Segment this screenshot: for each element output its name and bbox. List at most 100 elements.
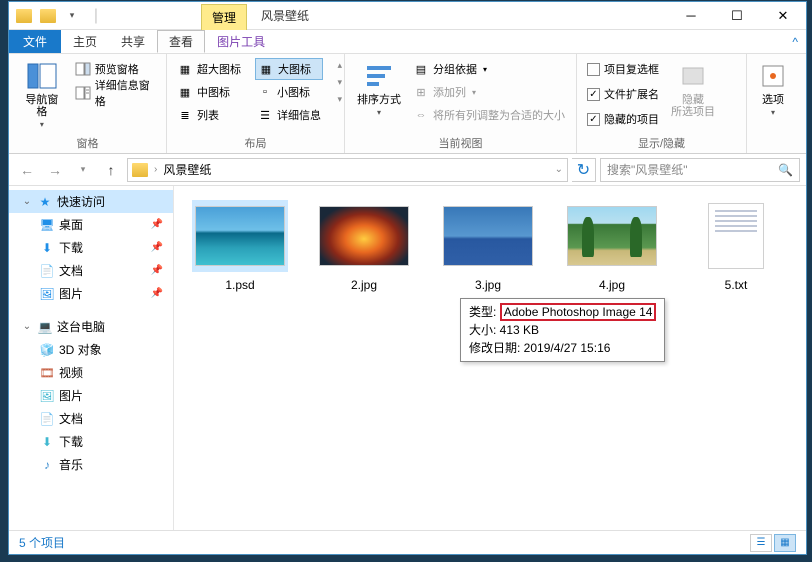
minimize-button[interactable]: ─ <box>668 2 714 30</box>
file-tab[interactable]: 文件 <box>9 30 61 53</box>
address-bar[interactable]: › 风景壁纸 ⌄ <box>127 158 568 182</box>
ribbon-group-options: 选项 ▾ <box>747 54 799 153</box>
icons-view-button[interactable]: ▦ <box>774 534 796 552</box>
sort-by-button[interactable]: 排序方式 ▾ <box>353 58 405 126</box>
sidebar-this-pc[interactable]: ⌄ 💻 这台电脑 <box>9 315 173 338</box>
picture-icon: 🖼 <box>39 388 55 404</box>
expand-icon[interactable]: ⌄ <box>21 321 33 332</box>
ribbon-expand-icon[interactable]: ^ <box>784 35 806 49</box>
layout-group-label: 布局 <box>167 135 344 151</box>
layout-more[interactable]: ▾ <box>337 94 342 105</box>
add-column-button[interactable]: ⊞添加列▾ <box>411 81 567 103</box>
qat-separator: | <box>85 5 107 27</box>
home-tab[interactable]: 主页 <box>61 30 109 53</box>
maximize-button[interactable]: ☐ <box>714 2 760 30</box>
sidebar-3d[interactable]: 🧊3D 对象 <box>9 338 173 361</box>
sidebar-videos-label: 视频 <box>59 364 83 381</box>
s-icons-label: 小图标 <box>277 84 310 100</box>
file-item[interactable]: 2.jpg <box>316 200 412 292</box>
download-icon: ⬇ <box>39 240 55 256</box>
details-view-button[interactable]: ☰ <box>750 534 772 552</box>
l-icons-button[interactable]: ▦大图标 <box>255 58 323 80</box>
tooltip-type-label: 类型 <box>469 305 493 319</box>
hide-selected-button[interactable]: 隐藏 所选项目 <box>667 58 719 130</box>
thumbnail <box>567 206 657 266</box>
folder-icon <box>132 163 148 177</box>
layout-scroll-up[interactable]: ▴ <box>337 60 342 71</box>
sidebar-quick-access[interactable]: ⌄ ★ 快速访问 <box>9 190 173 213</box>
details-button[interactable]: ☰详细信息 <box>255 104 323 126</box>
tooltip-type-value: Adobe Photoshop Image 14 <box>500 303 657 321</box>
m-icons-button[interactable]: ▦中图标 <box>175 81 253 103</box>
qat-dropdown[interactable]: ▾ <box>61 5 83 27</box>
this-pc-label: 这台电脑 <box>57 318 105 335</box>
xl-icons-icon: ▦ <box>177 61 193 77</box>
details-pane-button[interactable]: 详细信息窗格 <box>73 82 158 104</box>
sidebar-3d-label: 3D 对象 <box>59 341 102 358</box>
breadcrumb-folder[interactable]: 风景壁纸 <box>163 161 211 178</box>
sidebar-pictures[interactable]: 🖼图片📌 <box>9 282 173 305</box>
preview-pane-label: 预览窗格 <box>95 61 139 77</box>
close-button[interactable]: ✕ <box>760 2 806 30</box>
sidebar-downloads[interactable]: ⬇下载📌 <box>9 236 173 259</box>
add-column-icon: ⊞ <box>413 84 429 100</box>
document-icon: 📄 <box>39 411 55 427</box>
item-checkbox-toggle[interactable]: 项目复选框 <box>585 58 661 80</box>
search-box[interactable]: 搜索"风景壁纸" 🔍 <box>600 158 800 182</box>
nav-pane-button[interactable]: 导航窗格 ▾ <box>17 58 67 131</box>
file-content-area[interactable]: 1.psd 2.jpg 3.jpg 4.jpg 5.txt <box>174 186 806 530</box>
refresh-button[interactable]: ↻ <box>572 158 596 182</box>
pin-icon: 📌 <box>151 288 163 299</box>
sidebar-desktop[interactable]: 🖥桌面📌 <box>9 213 173 236</box>
explorer-window: ▾ | 管理 风景壁纸 ─ ☐ ✕ 文件 主页 共享 查看 图片工具 ^ <box>8 1 807 555</box>
sidebar-downloads2[interactable]: ⬇下载 <box>9 430 173 453</box>
sidebar-pictures2[interactable]: 🖼图片 <box>9 384 173 407</box>
show-hide-group-label: 显示/隐藏 <box>577 135 746 151</box>
fit-columns-button[interactable]: ⇔将所有列调整为合适的大小 <box>411 104 567 126</box>
details-label: 详细信息 <box>277 107 321 123</box>
hide-selected-label: 隐藏 所选项目 <box>671 94 715 118</box>
group-by-button[interactable]: ▤分组依据▾ <box>411 58 567 80</box>
back-button[interactable]: ← <box>15 158 39 182</box>
file-item[interactable]: 3.jpg <box>440 200 536 292</box>
s-icons-button[interactable]: ▫小图标 <box>255 81 323 103</box>
checkbox-checked-icon: ✓ <box>587 88 600 101</box>
xl-icons-button[interactable]: ▦超大图标 <box>175 58 253 80</box>
document-icon: 📄 <box>39 263 55 279</box>
file-ext-toggle[interactable]: ✓文件扩展名 <box>585 83 661 105</box>
sidebar-music[interactable]: ♪音乐 <box>9 453 173 476</box>
sidebar-videos[interactable]: 🎞视频 <box>9 361 173 384</box>
file-name: 2.jpg <box>351 278 377 292</box>
sidebar-desktop-label: 桌面 <box>59 216 83 233</box>
history-dropdown[interactable]: ▾ <box>71 158 95 182</box>
address-dropdown-icon[interactable]: ⌄ <box>555 164 563 175</box>
ribbon-tabs: 文件 主页 共享 查看 图片工具 ^ <box>9 30 806 54</box>
manage-tab[interactable]: 管理 <box>201 4 247 30</box>
list-button[interactable]: ≣列表 <box>175 104 253 126</box>
add-column-label: 添加列 <box>433 84 466 100</box>
sidebar-documents[interactable]: 📄文档📌 <box>9 259 173 282</box>
view-tab[interactable]: 查看 <box>157 30 205 53</box>
body: ⌄ ★ 快速访问 🖥桌面📌 ⬇下载📌 📄文档📌 🖼图片📌 ⌄ 💻 这台电脑 🧊3… <box>9 186 806 530</box>
sidebar-music-label: 音乐 <box>59 456 83 473</box>
sort-icon <box>363 60 395 92</box>
preview-pane-icon <box>75 61 91 77</box>
hidden-items-toggle[interactable]: ✓隐藏的项目 <box>585 108 661 130</box>
share-tab[interactable]: 共享 <box>109 30 157 53</box>
ribbon-group-layout: ▦超大图标 ▦大图标 ▦中图标 ▫小图标 ≣列表 ☰详细信息 ▴ ▾ ▾ 布局 <box>167 54 345 153</box>
layout-scroll-down[interactable]: ▾ <box>337 77 342 88</box>
sidebar-documents2[interactable]: 📄文档 <box>9 407 173 430</box>
file-item[interactable]: 1.psd <box>192 200 288 292</box>
thumbnail <box>195 206 285 266</box>
s-icons-icon: ▫ <box>257 84 273 100</box>
up-button[interactable]: ↑ <box>99 158 123 182</box>
options-button[interactable]: 选项 ▾ <box>755 58 791 119</box>
picture-tools-tab[interactable]: 图片工具 <box>205 30 277 53</box>
forward-button[interactable]: → <box>43 158 67 182</box>
expand-icon[interactable]: ⌄ <box>21 196 33 207</box>
fit-columns-label: 将所有列调整为合适的大小 <box>433 107 565 123</box>
hide-icon <box>677 60 709 92</box>
file-item[interactable]: 5.txt <box>688 200 784 292</box>
file-item[interactable]: 4.jpg <box>564 200 660 292</box>
computer-icon: 💻 <box>37 319 53 335</box>
